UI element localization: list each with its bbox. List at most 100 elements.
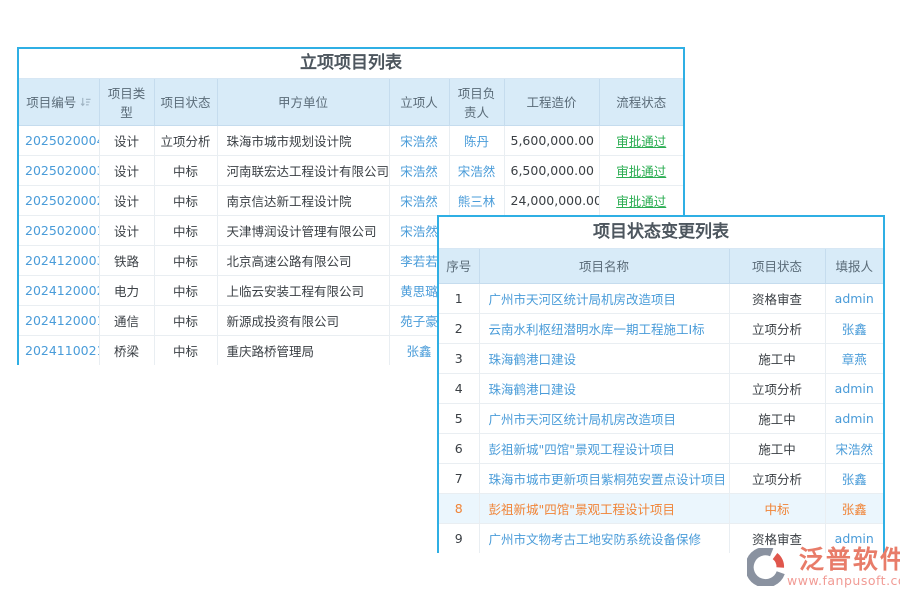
- cell-reporter-link[interactable]: 宋浩然: [835, 442, 873, 457]
- cell-project-id[interactable]: 2024120003: [19, 245, 99, 275]
- cell-project-name[interactable]: 彭祖新城"四馆"景观工程设计项目: [479, 493, 729, 523]
- cell-project-name-link[interactable]: 云南水利枢纽潜明水库一期工程施工I标: [489, 322, 705, 337]
- cell-project-status: 中标: [154, 275, 217, 305]
- cell-reporter-link[interactable]: admin: [835, 291, 874, 306]
- cell-project-id[interactable]: 2025020001: [19, 215, 99, 245]
- cell-reporter-link[interactable]: admin: [835, 531, 874, 546]
- cell-project-name[interactable]: 珠海鹤港口建设: [479, 373, 729, 403]
- cell-project-id[interactable]: 2024110021: [19, 335, 99, 365]
- cell-project-name-link[interactable]: 广州市天河区统计局机房改造项目: [489, 412, 677, 427]
- cell-project-type: 桥梁: [99, 335, 154, 365]
- cell-flow-status[interactable]: 审批通过: [599, 155, 683, 185]
- cell-reporter[interactable]: 张鑫: [825, 463, 883, 493]
- cell-serial-no: 8: [439, 493, 479, 523]
- cell-reporter[interactable]: admin: [825, 283, 883, 313]
- cell-project-id-link[interactable]: 2025020001: [25, 223, 99, 238]
- col-header-project-cost: 工程造价: [504, 79, 599, 125]
- cell-project-id[interactable]: 2025020003: [19, 155, 99, 185]
- cell-reporter[interactable]: 张鑫: [825, 313, 883, 343]
- cell-project-name[interactable]: 广州市文物考古工地安防系统设备保修: [479, 523, 729, 553]
- brand-name: 泛普软件: [799, 546, 900, 573]
- cell-project-id-link[interactable]: 2025020003: [25, 163, 99, 178]
- cell-reporter[interactable]: 宋浩然: [825, 433, 883, 463]
- cell-project-status: 中标: [154, 155, 217, 185]
- cell-reporter-link[interactable]: 张鑫: [842, 472, 867, 487]
- cell-project-name-link[interactable]: 珠海鹤港口建设: [489, 352, 577, 367]
- cell-project-manager[interactable]: 宋浩然: [449, 155, 504, 185]
- cell-initiator-link[interactable]: 宋浩然: [400, 194, 438, 209]
- cell-project-name-link[interactable]: 珠海市城市更新项目紫桐苑安置点设计项目: [489, 472, 727, 487]
- cell-initiator[interactable]: 宋浩然: [389, 125, 449, 155]
- cell-project-name-link[interactable]: 广州市天河区统计局机房改造项目: [489, 292, 677, 307]
- cell-project-id-link[interactable]: 2025020004: [25, 133, 99, 148]
- cell-client-unit: 上临云安装工程有限公司: [217, 275, 389, 305]
- cell-reporter-link[interactable]: 张鑫: [842, 322, 867, 337]
- cell-project-manager-link[interactable]: 熊三林: [458, 194, 496, 209]
- cell-project-name[interactable]: 珠海鹤港口建设: [479, 343, 729, 373]
- cell-project-type: 铁路: [99, 245, 154, 275]
- cell-project-status: 中标: [154, 185, 217, 215]
- cell-reporter[interactable]: 章燕: [825, 343, 883, 373]
- cell-project-manager-link[interactable]: 陈丹: [464, 134, 489, 149]
- cell-initiator-link[interactable]: 苑子豪: [400, 314, 438, 329]
- cell-project-name[interactable]: 云南水利枢纽潜明水库一期工程施工I标: [479, 313, 729, 343]
- cell-initiator-link[interactable]: 宋浩然: [400, 224, 438, 239]
- cell-flow-status-link[interactable]: 审批通过: [616, 134, 666, 149]
- cell-initiator-link[interactable]: 张鑫: [406, 344, 431, 359]
- cell-project-type: 设计: [99, 155, 154, 185]
- cell-status: 立项分析: [729, 313, 825, 343]
- cell-status: 立项分析: [729, 463, 825, 493]
- table-row[interactable]: 7 珠海市城市更新项目紫桐苑安置点设计项目立项分析 张鑫: [439, 463, 883, 493]
- cell-project-name-link[interactable]: 广州市文物考古工地安防系统设备保修: [489, 532, 702, 547]
- cell-project-id[interactable]: 2024120002: [19, 275, 99, 305]
- cell-project-name[interactable]: 广州市天河区统计局机房改造项目: [479, 283, 729, 313]
- cell-reporter-link[interactable]: admin: [835, 411, 874, 426]
- cell-reporter-link[interactable]: admin: [835, 381, 874, 396]
- cell-serial-no: 4: [439, 373, 479, 403]
- cell-project-id-link[interactable]: 2024120002: [25, 283, 99, 298]
- cell-project-manager[interactable]: 熊三林: [449, 185, 504, 215]
- cell-flow-status-link[interactable]: 审批通过: [616, 194, 666, 209]
- table-row[interactable]: 3珠海鹤港口建设施工中章燕: [439, 343, 883, 373]
- cell-initiator-link[interactable]: 宋浩然: [400, 134, 438, 149]
- cell-reporter[interactable]: admin: [825, 403, 883, 433]
- cell-project-id[interactable]: 2025020002: [19, 185, 99, 215]
- cell-project-manager[interactable]: 陈丹: [449, 125, 504, 155]
- cell-reporter[interactable]: 张鑫: [825, 493, 883, 523]
- cell-reporter-link[interactable]: 章燕: [842, 352, 867, 367]
- col-header-project-id[interactable]: 项目编号: [19, 79, 99, 125]
- cell-project-name-link[interactable]: 彭祖新城"四馆"景观工程设计项目: [489, 442, 676, 457]
- cell-project-name[interactable]: 彭祖新城"四馆"景观工程设计项目: [479, 433, 729, 463]
- cell-serial-no: 5: [439, 403, 479, 433]
- cell-project-name-link[interactable]: 珠海鹤港口建设: [489, 382, 577, 397]
- cell-project-id[interactable]: 2025020004: [19, 125, 99, 155]
- cell-initiator[interactable]: 宋浩然: [389, 155, 449, 185]
- cell-project-name[interactable]: 珠海市城市更新项目紫桐苑安置点设计项目: [479, 463, 729, 493]
- table-row[interactable]: 6彭祖新城"四馆"景观工程设计项目施工中宋浩然: [439, 433, 883, 463]
- sort-icon: [80, 96, 91, 111]
- table-row[interactable]: 5广州市天河区统计局机房改造项目施工中admin: [439, 403, 883, 433]
- cell-project-name[interactable]: 广州市天河区统计局机房改造项目: [479, 403, 729, 433]
- cell-project-id-link[interactable]: 2025020002: [25, 193, 99, 208]
- cell-project-name-link[interactable]: 彭祖新城"四馆"景观工程设计项目: [489, 502, 676, 517]
- cell-initiator-link[interactable]: 李若若: [400, 254, 438, 269]
- cell-initiator-link[interactable]: 宋浩然: [400, 164, 438, 179]
- cell-status: 施工中: [729, 433, 825, 463]
- cell-initiator-link[interactable]: 黄思璐: [400, 284, 438, 299]
- table-row[interactable]: 8彭祖新城"四馆"景观工程设计项目中标张鑫: [439, 493, 883, 523]
- cell-flow-status[interactable]: 审批通过: [599, 125, 683, 155]
- cell-reporter-link[interactable]: 张鑫: [842, 502, 867, 517]
- cell-flow-status[interactable]: 审批通过: [599, 185, 683, 215]
- cell-reporter[interactable]: admin: [825, 373, 883, 403]
- table-row[interactable]: 2云南水利枢纽潜明水库一期工程施工I标立项分析张鑫: [439, 313, 883, 343]
- cell-project-id-link[interactable]: 2024110021: [25, 343, 99, 358]
- table-row[interactable]: 1广州市天河区统计局机房改造项目资格审查admin: [439, 283, 883, 313]
- cell-project-id-link[interactable]: 2024120003: [25, 253, 99, 268]
- cell-project-id[interactable]: 2024120001: [19, 305, 99, 335]
- cell-serial-no: 7: [439, 463, 479, 493]
- cell-project-id-link[interactable]: 2024120001: [25, 313, 99, 328]
- table-row[interactable]: 4珠海鹤港口建设立项分析admin: [439, 373, 883, 403]
- cell-initiator[interactable]: 宋浩然: [389, 185, 449, 215]
- cell-flow-status-link[interactable]: 审批通过: [616, 164, 666, 179]
- cell-project-manager-link[interactable]: 宋浩然: [458, 164, 496, 179]
